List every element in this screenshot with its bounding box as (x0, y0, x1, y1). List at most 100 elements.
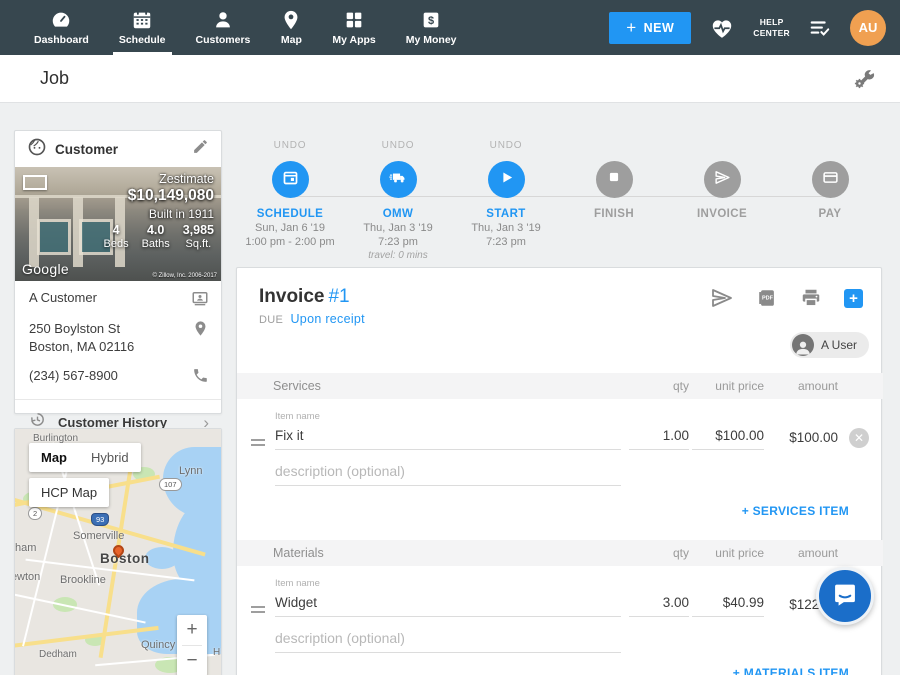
qty-column-header: qty (629, 379, 689, 393)
map-label: Newton (15, 571, 40, 583)
remove-service-item-icon[interactable]: ✕ (849, 428, 869, 448)
undo-button[interactable]: UNDO (274, 140, 307, 153)
baths-value: 4.0 (142, 223, 170, 237)
map-road (15, 592, 146, 623)
material-item-name-input[interactable] (275, 593, 621, 617)
print-icon[interactable] (800, 287, 822, 309)
map-type-hybrid-button[interactable]: Hybrid (79, 443, 141, 472)
services-section-header: Services qty unit price amount (237, 373, 883, 399)
map-label: Quincy (141, 639, 175, 651)
map-card: Burlington Lynn Somerville Boston ham Ne… (14, 428, 222, 675)
send-invoice-icon[interactable] (710, 286, 734, 310)
property-stats: 4 4.0 3,985 Beds Baths Sq.ft. (104, 223, 215, 250)
beds-value: 4 (104, 223, 129, 237)
assignee-chip[interactable]: A User (790, 332, 869, 358)
job-tools-wrench-gear-icon[interactable] (852, 67, 876, 96)
amount-column-header: amount (754, 379, 838, 393)
nav-label: Customers (196, 34, 251, 46)
job-progress-steps: UNDO SCHEDULE Sun, Jan 6 '19 1:00 pm - 2… (236, 132, 884, 260)
address-line1: 250 Boylston St (29, 321, 120, 336)
location-pin-icon[interactable] (192, 320, 209, 342)
omw-step-button[interactable] (380, 161, 417, 198)
step-date: Thu, Jan 3 '19 (471, 222, 540, 234)
nav-item-my-apps[interactable]: My Apps (322, 0, 385, 55)
due-terms-link[interactable]: Upon receipt (290, 312, 364, 326)
zoom-out-button[interactable]: − (177, 646, 207, 675)
hcp-map-button[interactable]: HCP Map (29, 478, 109, 507)
service-qty-input[interactable] (629, 426, 689, 450)
section-name: Materials (273, 546, 324, 560)
assignee-name: A User (821, 338, 857, 352)
finish-step-button[interactable] (596, 161, 633, 198)
invoice-title-text: Invoice (259, 286, 324, 307)
schedule-step-button[interactable] (272, 161, 309, 198)
add-invoice-item-button[interactable]: + (844, 289, 863, 308)
contact-card-icon[interactable] (191, 289, 209, 312)
drag-handle[interactable] (251, 603, 265, 616)
service-item-name-input[interactable] (275, 426, 621, 450)
zestimate-value: $10,149,080 (128, 187, 214, 205)
zoom-in-button[interactable]: + (177, 615, 207, 645)
material-description-input[interactable] (275, 629, 621, 653)
customer-address-row: 250 Boylston St Boston, MA 02116 (15, 318, 221, 361)
sqft-value: 3,985 (183, 223, 214, 237)
map-type-control: Map Hybrid (29, 443, 141, 472)
customer-name-row: A Customer (15, 281, 221, 318)
health-heart-pulse-icon[interactable] (708, 15, 736, 41)
help-center-line2: CENTER (753, 28, 790, 39)
invoice-due-row: DUE Upon receipt (259, 312, 365, 326)
material-qty-input[interactable] (629, 593, 689, 617)
nav-item-customers[interactable]: Customers (186, 0, 261, 55)
map-zoom-control: + − (177, 615, 207, 675)
step-label: OMW (383, 208, 414, 220)
zestimate-label: Zestimate (159, 172, 214, 186)
drag-handle[interactable] (251, 436, 265, 449)
address-line2: Boston, MA 02116 (29, 339, 134, 354)
stop-icon (607, 170, 621, 189)
nav-item-my-money[interactable]: $ My Money (396, 0, 467, 55)
beds-label: Beds (104, 238, 129, 250)
apps-grid-icon (343, 9, 365, 31)
step-travel: travel: 0 mins (368, 250, 427, 261)
customer-name: A Customer (29, 289, 97, 307)
task-list-check-icon[interactable] (807, 17, 833, 39)
pay-step-button[interactable] (812, 161, 849, 198)
money-dollar-icon: $ (420, 9, 442, 31)
nav-items: Dashboard Schedule Customers Map (24, 0, 467, 55)
service-description-input[interactable] (275, 462, 621, 486)
edit-pencil-icon[interactable] (192, 138, 209, 160)
map-label: Dedham (39, 649, 77, 660)
step-label: SCHEDULE (257, 208, 323, 220)
add-materials-item-link[interactable]: + MATERIALS ITEM (733, 666, 849, 675)
route-shield-93: 93 (91, 513, 109, 526)
chat-fab-button[interactable] (816, 567, 874, 625)
nav-item-dashboard[interactable]: Dashboard (24, 0, 99, 55)
start-step-button[interactable] (488, 161, 525, 198)
streetview-frame-icon[interactable] (23, 175, 47, 190)
add-services-item-link[interactable]: + SERVICES ITEM (742, 504, 849, 518)
map-type-map-button[interactable]: Map (29, 443, 79, 472)
nav-label: Schedule (119, 34, 166, 46)
invoice-step-button[interactable] (704, 161, 741, 198)
step-invoice: INVOICE (668, 132, 776, 220)
new-button[interactable]: + NEW (609, 12, 691, 44)
nav-item-map[interactable]: Map (270, 0, 312, 55)
pdf-icon[interactable]: PDF (756, 287, 778, 309)
nav-item-schedule[interactable]: Schedule (109, 0, 176, 55)
dashboard-gauge-icon (50, 9, 72, 31)
truck-icon (389, 168, 408, 192)
page-header-bar: Job (0, 55, 900, 103)
customer-card: Customer Zestimate $10,149,080 Built in … (14, 130, 222, 414)
help-center-button[interactable]: HELP CENTER (753, 17, 790, 38)
map-label: Brookline (60, 574, 106, 586)
phone-icon[interactable] (192, 367, 209, 389)
qty-column-header: qty (629, 546, 689, 560)
user-avatar[interactable]: AU (850, 10, 886, 46)
app-window: Dashboard Schedule Customers Map (0, 0, 900, 675)
built-year: Built in 1911 (149, 207, 214, 221)
step-finish: FINISH (560, 132, 668, 220)
invoice-number[interactable]: #1 (328, 286, 349, 307)
map-label: Lynn (179, 465, 202, 477)
undo-button[interactable]: UNDO (490, 140, 523, 153)
undo-button[interactable]: UNDO (382, 140, 415, 153)
